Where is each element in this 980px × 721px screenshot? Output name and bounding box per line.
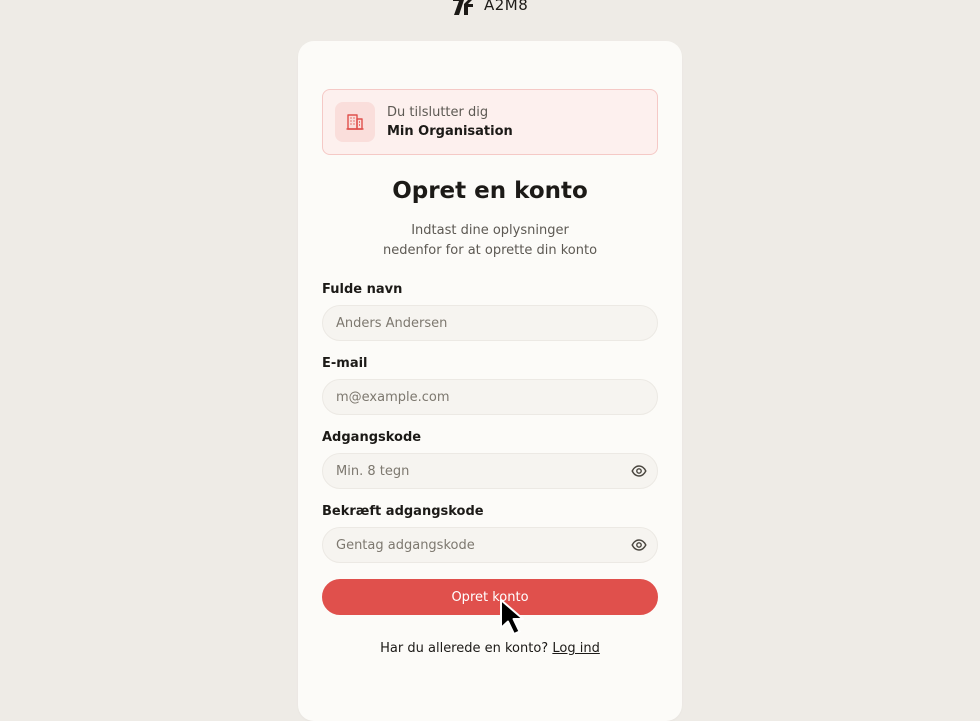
email-label: E-mail [322, 356, 368, 371]
building-icon [335, 102, 375, 142]
page-subtitle-line2: nedenfor for at oprette din konto [382, 243, 598, 258]
eye-icon[interactable] [621, 528, 657, 562]
full-name-label: Fulde navn [322, 282, 403, 297]
password-label: Adgangskode [322, 430, 422, 445]
brand-name: A2M8 [484, 0, 529, 14]
brand-logo-icon [453, 0, 473, 15]
login-link[interactable]: Log ind [552, 641, 599, 656]
confirm-password-label: Bekræft adgangskode [322, 504, 484, 519]
login-prompt-text: Har du allerede en konto? [380, 641, 549, 656]
org-invite-subtitle: Du tilslutter dig [387, 105, 489, 120]
mouse-pointer-icon [500, 599, 524, 635]
confirm-password-field-wrapper [322, 527, 658, 563]
page-title: Opret en konto [392, 178, 588, 204]
create-account-button[interactable]: Opret konto [322, 579, 658, 615]
page-subtitle-line1: Indtast dine oplysninger [411, 223, 569, 238]
password-field-wrapper [322, 453, 658, 489]
org-invite-banner: Du tilslutter dig Min Organisation [322, 89, 658, 155]
full-name-field-wrapper [322, 305, 658, 341]
eye-icon[interactable] [621, 454, 657, 488]
confirm-password-input[interactable] [323, 528, 621, 562]
signup-card: Du tilslutter dig Min Organisation Opret… [298, 41, 682, 721]
page-subtitle: Indtast dine oplysninger nedenfor for at… [298, 221, 682, 261]
email-field-wrapper [322, 379, 658, 415]
org-name: Min Organisation [387, 124, 513, 139]
login-prompt: Har du allerede en konto? Log ind [298, 641, 682, 656]
brand-header: A2M8 [452, 0, 528, 16]
email-input[interactable] [323, 380, 657, 414]
password-input[interactable] [323, 454, 621, 488]
full-name-input[interactable] [323, 306, 657, 340]
